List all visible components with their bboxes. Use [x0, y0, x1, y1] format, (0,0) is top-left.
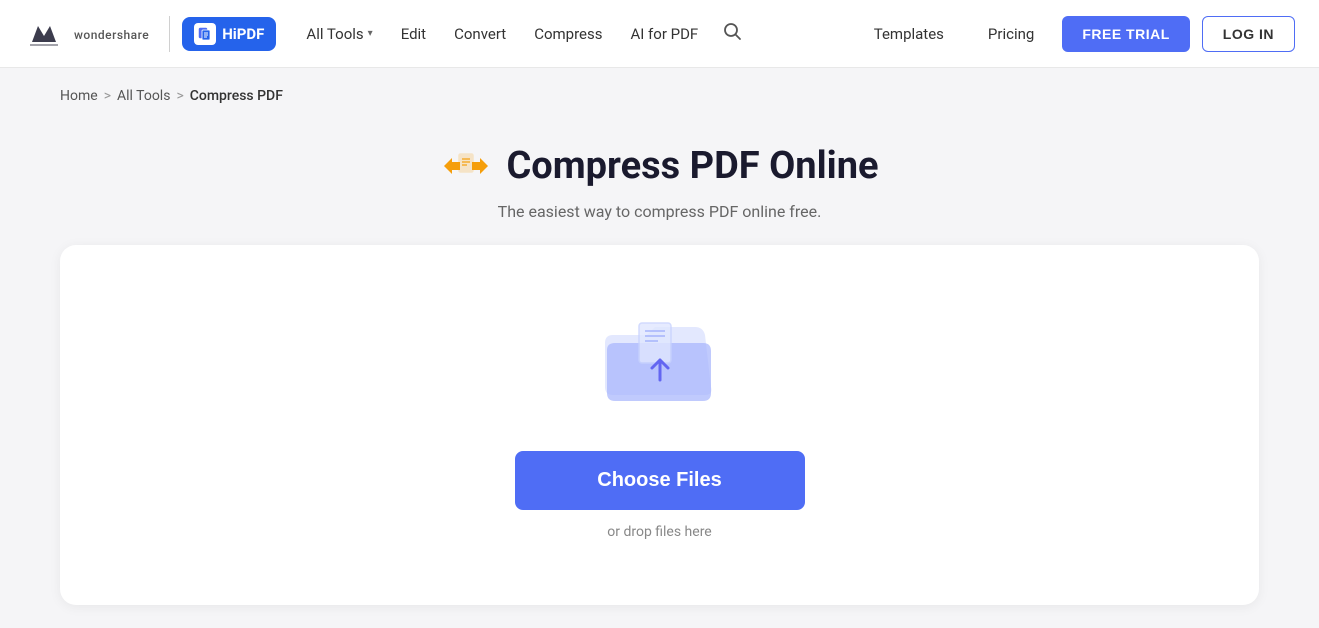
hipdf-badge-icon	[194, 23, 216, 45]
breadcrumb: Home > All Tools > Compress PDF	[60, 68, 1259, 120]
breadcrumb-sep2: >	[176, 88, 183, 104]
choose-files-button[interactable]: Choose Files	[515, 451, 805, 510]
breadcrumb-home[interactable]: Home	[60, 88, 98, 104]
all-tools-chevron-icon: ▾	[368, 28, 373, 39]
header-right: Templates Pricing FREE TRIAL LOG IN	[858, 16, 1295, 52]
nav-ai-for-pdf[interactable]: AI for PDF	[618, 17, 710, 51]
breadcrumb-sep1: >	[104, 88, 111, 104]
nav-templates[interactable]: Templates	[858, 17, 960, 51]
dropzone-card[interactable]: Choose Files or drop files here	[60, 245, 1259, 605]
hipdf-badge[interactable]: HiPDF	[182, 17, 276, 51]
wondershare-logo-icon	[24, 14, 64, 54]
page-subtitle: The easiest way to compress PDF online f…	[60, 202, 1259, 221]
header: wondershare HiPDF All Tools ▾ Edit Conve…	[0, 0, 1319, 68]
login-button[interactable]: LOG IN	[1202, 16, 1295, 52]
main-nav: All Tools ▾ Edit Convert Compress AI for…	[294, 13, 857, 54]
nav-compress[interactable]: Compress	[522, 17, 614, 51]
folder-illustration	[595, 305, 725, 419]
compress-pdf-icon	[440, 140, 492, 192]
nav-pricing[interactable]: Pricing	[972, 17, 1050, 51]
nav-edit[interactable]: Edit	[389, 17, 438, 51]
search-icon[interactable]	[714, 13, 750, 54]
breadcrumb-all-tools[interactable]: All Tools	[117, 88, 170, 104]
nav-all-tools[interactable]: All Tools ▾	[294, 17, 384, 51]
page-title-area: Compress PDF Online The easiest way to c…	[60, 140, 1259, 221]
main-content: Home > All Tools > Compress PDF	[0, 68, 1319, 605]
drop-hint: or drop files here	[607, 524, 711, 540]
free-trial-button[interactable]: FREE TRIAL	[1062, 16, 1189, 52]
header-divider	[169, 16, 170, 52]
logo-area[interactable]: wondershare	[24, 14, 149, 54]
breadcrumb-current: Compress PDF	[190, 88, 283, 104]
page-title-row: Compress PDF Online	[60, 140, 1259, 192]
page-title: Compress PDF Online	[506, 144, 878, 188]
nav-convert[interactable]: Convert	[442, 17, 518, 51]
wondershare-wordmark: wondershare	[74, 28, 149, 42]
hipdf-label: HiPDF	[222, 25, 264, 43]
